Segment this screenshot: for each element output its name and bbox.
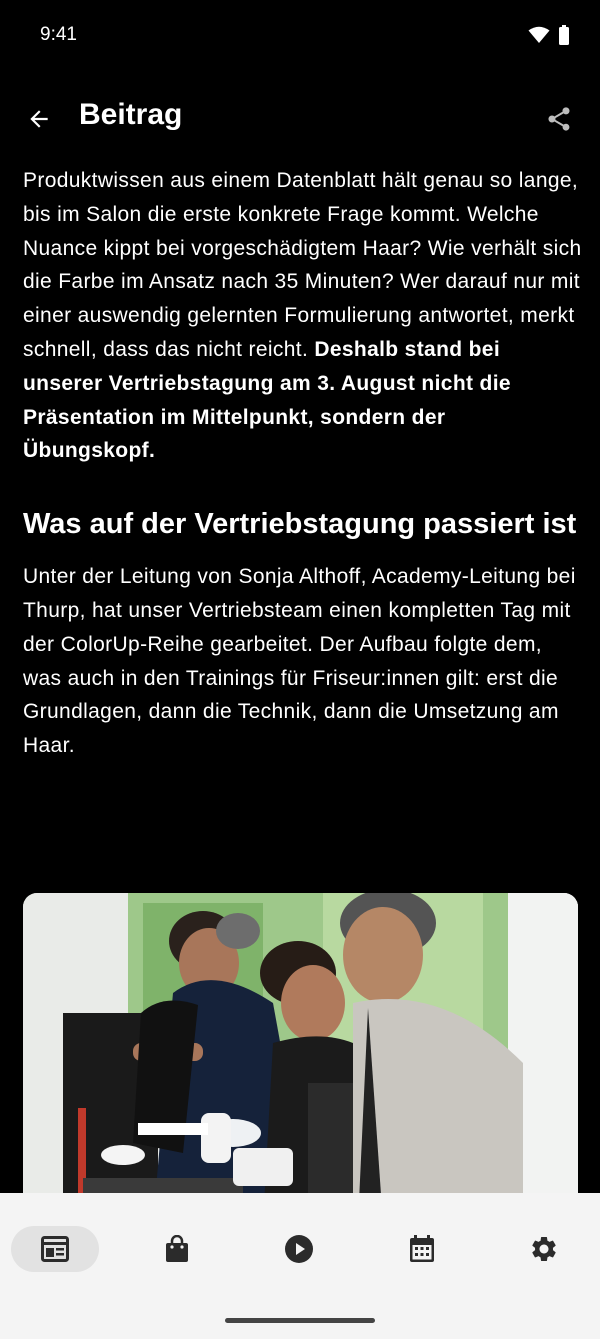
battery-icon: [559, 25, 569, 45]
back-button[interactable]: [22, 102, 56, 136]
shopping-bag-icon: [166, 1235, 188, 1262]
page-title: Beitrag: [79, 98, 183, 131]
nav-item-settings[interactable]: [500, 1226, 588, 1272]
nav-item-news[interactable]: [11, 1226, 99, 1272]
intro-text: Produktwissen aus einem Datenblatt hält …: [23, 169, 582, 361]
nav-item-shop[interactable]: [133, 1226, 221, 1272]
section-body: Unter der Leitung von Sonja Althoff, Aca…: [23, 565, 576, 758]
status-icons: [528, 25, 570, 45]
workshop-photo-image: [23, 893, 578, 1223]
article-intro: Produktwissen aus einem Datenblatt hält …: [23, 164, 583, 468]
arrow-back-icon: [30, 110, 48, 128]
share-icon: [548, 107, 570, 131]
article-content: Produktwissen aus einem Datenblatt hält …: [23, 164, 583, 763]
wifi-icon: [528, 26, 550, 43]
play-circle-icon: [285, 1235, 313, 1263]
settings-gear-icon: [532, 1237, 556, 1261]
bottom-navigation: [0, 1193, 600, 1339]
nav-item-calendar[interactable]: [378, 1226, 466, 1272]
section-heading: Was auf der Vertriebstagung passiert ist: [23, 508, 577, 541]
calendar-icon: [410, 1235, 434, 1262]
status-bar: 9:41: [0, 0, 600, 72]
nav-item-videos[interactable]: [255, 1226, 343, 1272]
home-indicator[interactable]: [225, 1318, 375, 1323]
app-bar: Beitrag: [0, 90, 600, 148]
status-time: 9:41: [40, 24, 77, 45]
share-button[interactable]: [542, 102, 576, 136]
article-photo[interactable]: [23, 893, 578, 1223]
newspaper-icon: [41, 1236, 69, 1262]
